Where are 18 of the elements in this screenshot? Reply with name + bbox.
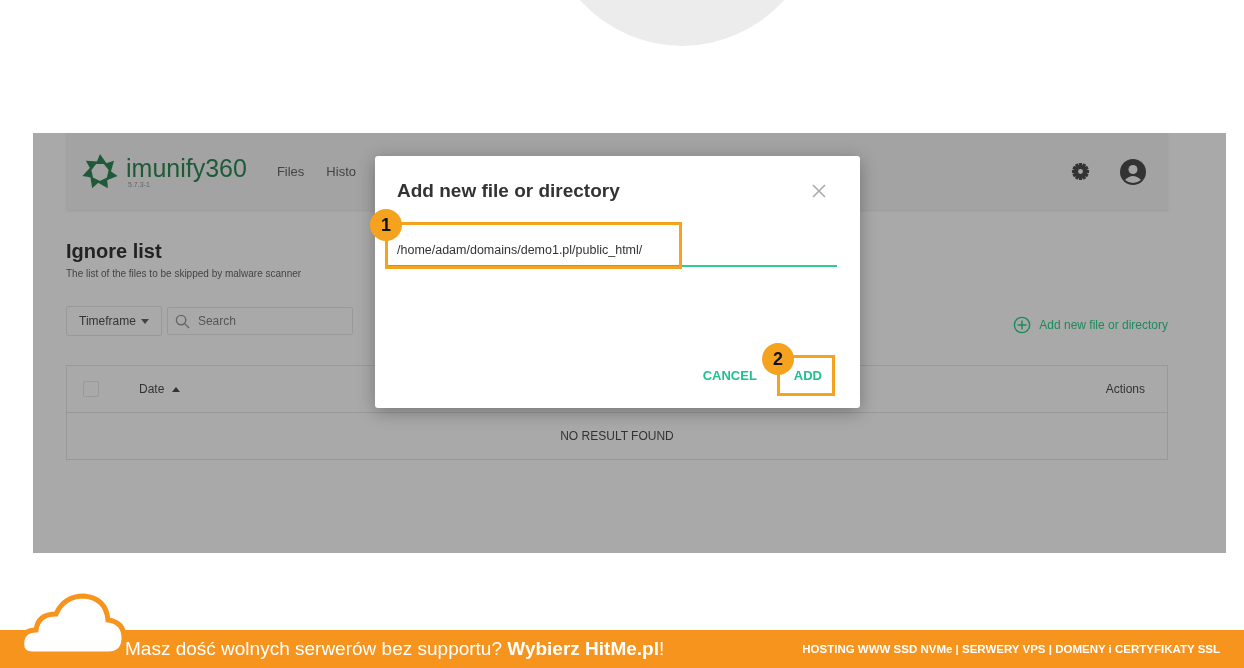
- logo-wordmark: imunify360: [126, 155, 247, 181]
- nav-link[interactable]: Files: [276, 164, 305, 179]
- search-icon: [174, 314, 190, 329]
- banner-slogan: Masz dość wolnych serwerów bez supportu? Wybierz HitMe.pl!: [125, 638, 665, 660]
- caret-icon: [140, 318, 149, 324]
- page-subtitle: The list of the files to be skipped by malware scanner: [66, 268, 302, 279]
- search-field[interactable]: Search: [166, 307, 353, 335]
- nav-link[interactable]: Histo: [326, 164, 356, 179]
- dialog-title: Add new file or directory: [397, 180, 620, 202]
- settings-icon[interactable]: [1071, 162, 1090, 181]
- empty-message: NO RESULT FOUND: [559, 428, 675, 445]
- banner-services: HOSTING WWW SSD NVMe | SERWERY VPS | DOMENY i CERTYFIKATY SSL: [802, 643, 1220, 655]
- sort-ascending-icon: [172, 386, 181, 392]
- timeframe-dropdown[interactable]: Timeframe: [66, 306, 162, 336]
- page-title: Ignore list: [66, 240, 162, 263]
- plus-circle-icon: [1013, 316, 1032, 334]
- avatar-icon[interactable]: [1120, 158, 1146, 185]
- column-header[interactable]: Actions: [1105, 382, 1145, 396]
